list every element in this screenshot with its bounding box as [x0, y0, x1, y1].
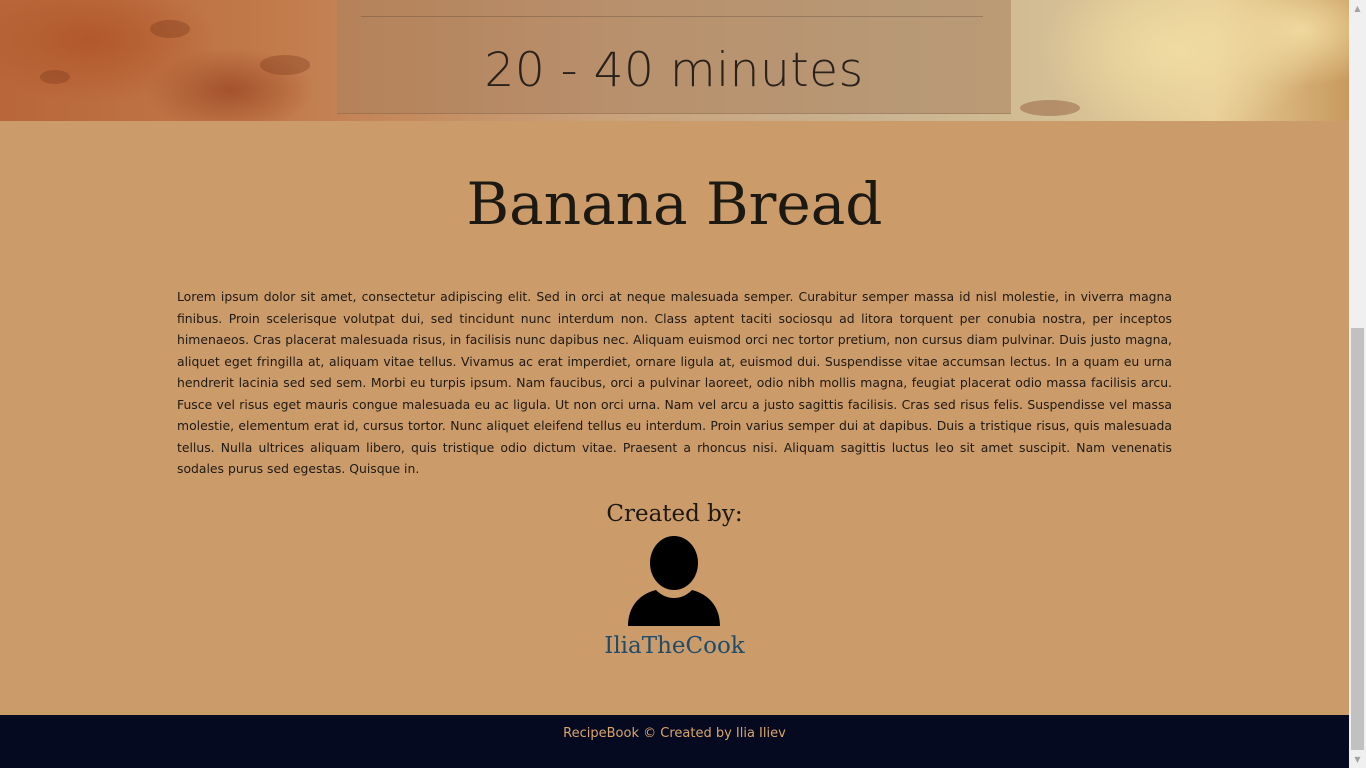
- user-icon[interactable]: [628, 536, 720, 626]
- divider: [361, 16, 983, 17]
- author-link[interactable]: IliaTheCook: [0, 630, 1349, 662]
- hero-texture: [40, 70, 70, 84]
- footer-text: RecipeBook © Created by Ilia Iliev: [563, 726, 786, 741]
- scrollbar-thumb[interactable]: [1351, 328, 1364, 750]
- hero-banner: 20 - 40 minutes: [0, 0, 1349, 121]
- footer: RecipeBook © Created by Ilia Iliev: [0, 715, 1349, 768]
- cook-time-panel: 20 - 40 minutes: [337, 0, 1011, 114]
- hero-texture: [260, 55, 310, 75]
- divider: [337, 113, 1011, 114]
- recipe-description: Lorem ipsum dolor sit amet, consectetur …: [177, 289, 1172, 476]
- recipe-title: Banana Bread: [466, 170, 883, 238]
- scroll-up-icon[interactable]: ▲: [1349, 0, 1366, 17]
- recipe-page: 20 - 40 minutes Banana Bread Lorem ipsum…: [0, 0, 1366, 768]
- cook-time: 20 - 40 minutes: [484, 43, 864, 98]
- scroll-down-icon[interactable]: ▼: [1349, 751, 1366, 768]
- hero-texture: [1020, 100, 1080, 116]
- hero-texture: [150, 20, 190, 38]
- vertical-scrollbar[interactable]: ▲ ▼: [1349, 0, 1366, 768]
- created-by-label: Created by:: [606, 501, 743, 527]
